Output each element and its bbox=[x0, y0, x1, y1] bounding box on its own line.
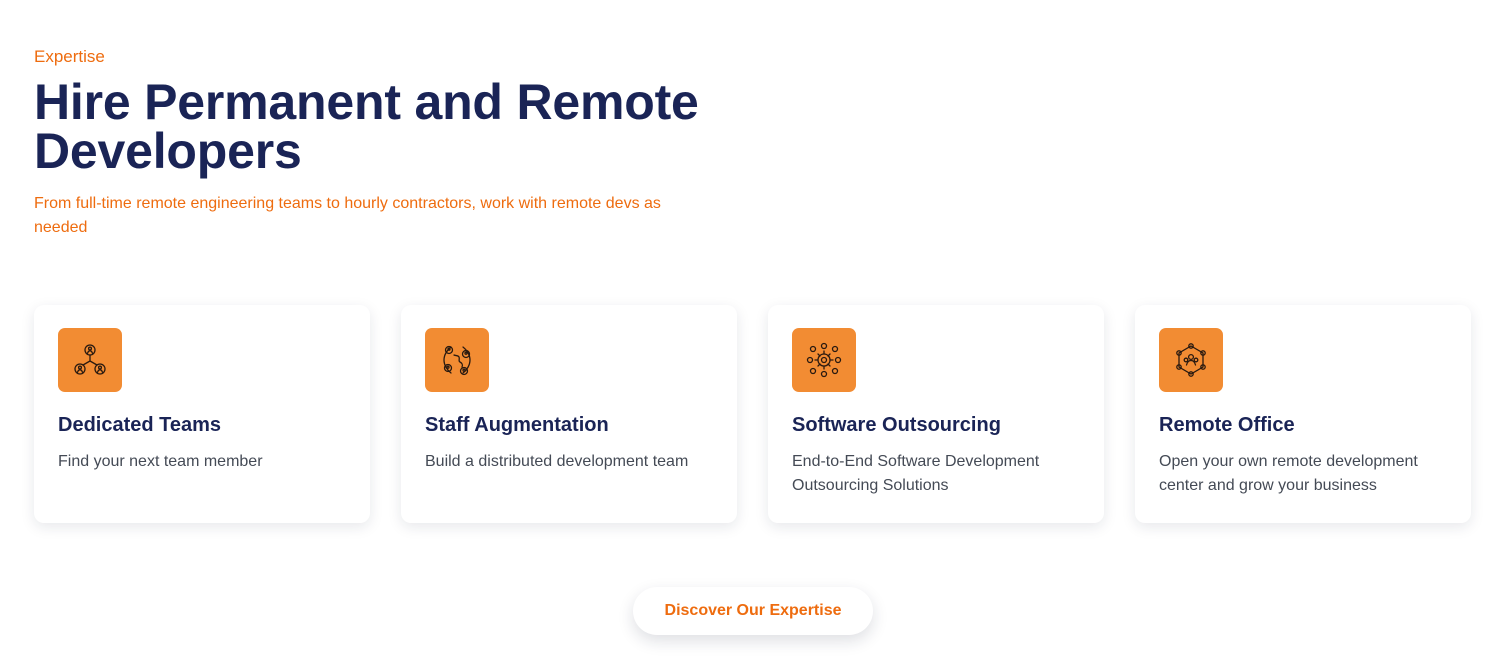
section-eyebrow: Expertise bbox=[34, 47, 105, 66]
outsourcing-gear-icon bbox=[792, 328, 856, 392]
service-cards: Dedicated Teams Find your next team memb… bbox=[34, 305, 1471, 523]
discover-expertise-button[interactable]: Discover Our Expertise bbox=[633, 587, 873, 635]
team-network-icon bbox=[58, 328, 122, 392]
global-staff-icon bbox=[425, 328, 489, 392]
card-title: Remote Office bbox=[1159, 414, 1295, 436]
section-subtitle: From full-time remote engineering teams … bbox=[34, 195, 661, 236]
card-description: Build a distributed development team bbox=[425, 453, 689, 470]
section-title: Hire Permanent and Remote Developers bbox=[34, 74, 699, 179]
remote-office-network-icon bbox=[1159, 328, 1223, 392]
card-title: Software Outsourcing bbox=[792, 414, 1001, 436]
card-staff-augmentation[interactable]: Staff Augmentation Build a distributed d… bbox=[401, 305, 737, 523]
card-title: Staff Augmentation bbox=[425, 414, 609, 436]
card-description: Open your own remote development center … bbox=[1159, 453, 1418, 494]
card-dedicated-teams[interactable]: Dedicated Teams Find your next team memb… bbox=[34, 305, 370, 523]
card-remote-office[interactable]: Remote Office Open your own remote devel… bbox=[1135, 305, 1471, 523]
card-description: Find your next team member bbox=[58, 453, 263, 470]
card-description: End-to-End Software Development Outsourc… bbox=[792, 453, 1040, 494]
card-software-outsourcing[interactable]: Software Outsourcing End-to-End Software… bbox=[768, 305, 1104, 523]
card-title: Dedicated Teams bbox=[58, 414, 222, 436]
